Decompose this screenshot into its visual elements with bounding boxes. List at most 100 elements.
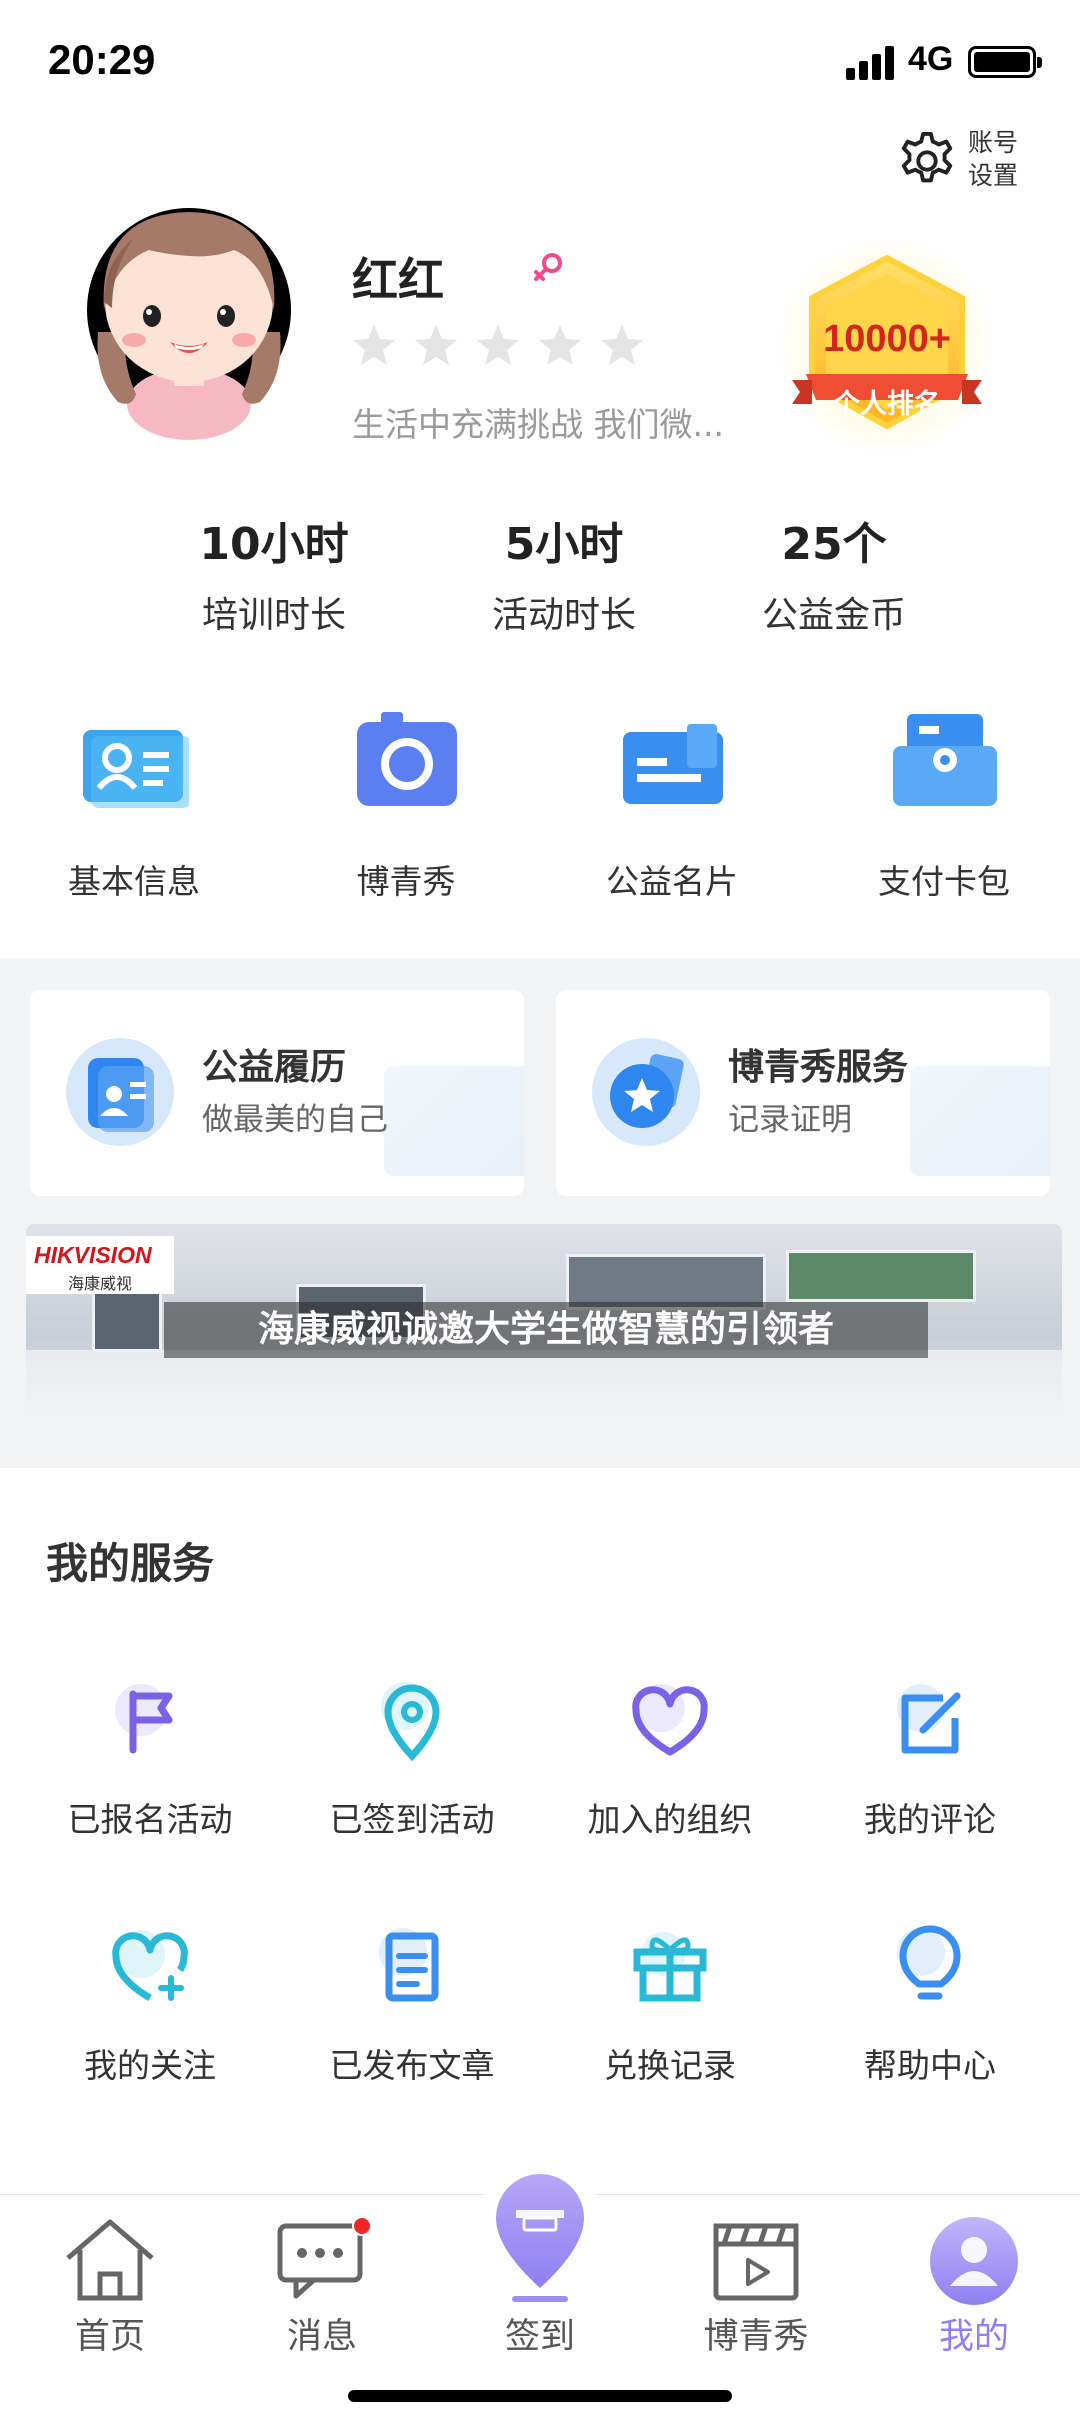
banner-floor (26, 1350, 1062, 1430)
gift-icon (633, 1932, 707, 2002)
battery-icon (968, 46, 1042, 78)
wallet-icon (893, 714, 997, 806)
account-settings-button[interactable]: 账号 设置 (896, 122, 1036, 202)
card-title: 博青秀服务 (728, 1047, 909, 1088)
service-label: 兑换记录 (604, 2046, 736, 2085)
signal-icon (846, 46, 898, 80)
service-label: 帮助中心 (864, 2046, 996, 2085)
stat-training-hours[interactable]: 10小时 培训时长 (144, 512, 404, 644)
tab-messages[interactable]: 消息 (242, 2216, 402, 2362)
home-icon (66, 2219, 154, 2301)
lightbulb-icon (897, 1925, 961, 2000)
service-published-articles[interactable]: 已发布文章 (292, 1922, 532, 2090)
message-unread-badge (352, 2216, 372, 2236)
quick-label: 支付卡包 (878, 862, 1010, 901)
rating-stars (350, 322, 646, 370)
settings-label-2: 设置 (968, 161, 1019, 190)
star-icon (415, 325, 457, 365)
service-label: 加入的组织 (587, 1800, 753, 1839)
service-label: 已发布文章 (329, 2046, 495, 2085)
profile-motto: 生活中充满挑战 我们微... (352, 405, 724, 444)
document-icon (379, 1928, 439, 2002)
flag-icon (115, 1684, 173, 1754)
service-registered-activities[interactable]: 已报名活动 (30, 1676, 270, 1844)
banner-brand: HIKVISION (34, 1242, 152, 1268)
stat-label: 活动时长 (491, 595, 636, 636)
checkin-icon (476, 2162, 604, 2302)
settings-label-1: 账号 (968, 128, 1019, 157)
stat-label: 公益金币 (761, 595, 906, 636)
star-icon (477, 325, 519, 365)
tab-label: 首页 (74, 2317, 145, 2357)
rank-value: 10000+ (823, 318, 951, 360)
card-subtitle: 做最美的自己 (202, 1102, 388, 1138)
quick-charity-card[interactable]: 公益名片 (562, 710, 782, 906)
tab-label: 我的 (938, 2317, 1009, 2357)
services-title: 我的服务 (46, 1539, 215, 1588)
status-time: 20:29 (48, 36, 156, 83)
card-icon (623, 724, 723, 804)
tab-home[interactable]: 首页 (30, 2216, 190, 2362)
avatar[interactable] (86, 192, 300, 448)
stat-value: 10小时 (199, 519, 349, 570)
service-label: 我的评论 (864, 1800, 996, 1839)
star-icon (353, 325, 395, 365)
location-pin-icon (381, 1682, 440, 1762)
card-charity-resume[interactable]: 公益履历 做最美的自己 (30, 990, 524, 1196)
service-label: 我的关注 (84, 2046, 216, 2085)
card-subtitle: 记录证明 (728, 1102, 852, 1138)
tab-label: 博青秀 (703, 2317, 809, 2357)
star-icon (539, 325, 581, 365)
username: 红红 (352, 253, 444, 307)
promo-banner[interactable]: HIKVISION 海康威视 海康威视诚邀大学生做智慧的引领者 (26, 1224, 1062, 1430)
tab-label: 消息 (286, 2317, 357, 2357)
card-decoration (910, 1066, 1050, 1176)
service-my-follows[interactable]: 我的关注 (30, 1922, 270, 2090)
banner-brand-cn: 海康威视 (68, 1274, 133, 1293)
heart-plus-icon (112, 1930, 188, 2002)
status-bar: 20:29 4G (0, 0, 1080, 110)
service-exchange-records[interactable]: 兑换记录 (550, 1922, 790, 2090)
quick-basic-info[interactable]: 基本信息 (24, 710, 244, 906)
gear-icon (901, 131, 953, 183)
female-icon (534, 253, 562, 281)
certificate-icon (592, 1038, 700, 1146)
network-type: 4G (908, 40, 954, 78)
banner-screen (786, 1250, 976, 1302)
tab-checkin[interactable]: 签到 (460, 2158, 620, 2362)
service-my-comments[interactable]: 我的评论 (810, 1676, 1050, 1844)
service-label: 已签到活动 (329, 1800, 495, 1839)
stat-activity-hours[interactable]: 5小时 活动时长 (434, 512, 694, 644)
edit-icon (897, 1684, 961, 1754)
card-boqingxiu-service[interactable]: 博青秀服务 记录证明 (556, 990, 1050, 1196)
banner-caption: 海康威视诚邀大学生做智慧的引领者 (257, 1309, 834, 1350)
card-decoration (384, 1066, 524, 1176)
quick-label: 博青秀 (356, 862, 456, 901)
heart-icon (632, 1684, 708, 1756)
tab-boqingxiu[interactable]: 博青秀 (676, 2216, 836, 2362)
banner-logo: HIKVISION 海康威视 (26, 1236, 174, 1294)
rank-badge[interactable]: 10000+ 个人排名 (772, 236, 1002, 456)
service-label: 已报名活动 (67, 1800, 233, 1839)
stat-value: 5小时 (504, 519, 624, 570)
service-help-center[interactable]: 帮助中心 (810, 1922, 1050, 2090)
resume-icon (66, 1038, 174, 1146)
quick-wallet[interactable]: 支付卡包 (834, 710, 1054, 906)
clapperboard-icon (713, 2223, 799, 2301)
camera-icon (357, 712, 457, 806)
star-icon (601, 325, 643, 365)
quick-label: 公益名片 (606, 862, 738, 901)
card-title: 公益履历 (202, 1047, 347, 1088)
profile-icon (930, 2217, 1018, 2305)
stat-coins[interactable]: 25个 公益金币 (704, 512, 964, 644)
quick-boqingxiu[interactable]: 博青秀 (296, 710, 516, 906)
service-checked-in-activities[interactable]: 已签到活动 (292, 1676, 532, 1844)
id-card-icon (83, 730, 191, 808)
tab-mine[interactable]: 我的 (894, 2216, 1054, 2362)
tab-label: 签到 (504, 2317, 575, 2357)
home-indicator (348, 2390, 732, 2402)
quick-label: 基本信息 (68, 862, 200, 901)
rank-label: 个人排名 (833, 389, 941, 420)
stat-value: 25个 (781, 519, 887, 570)
service-joined-orgs[interactable]: 加入的组织 (550, 1676, 790, 1844)
